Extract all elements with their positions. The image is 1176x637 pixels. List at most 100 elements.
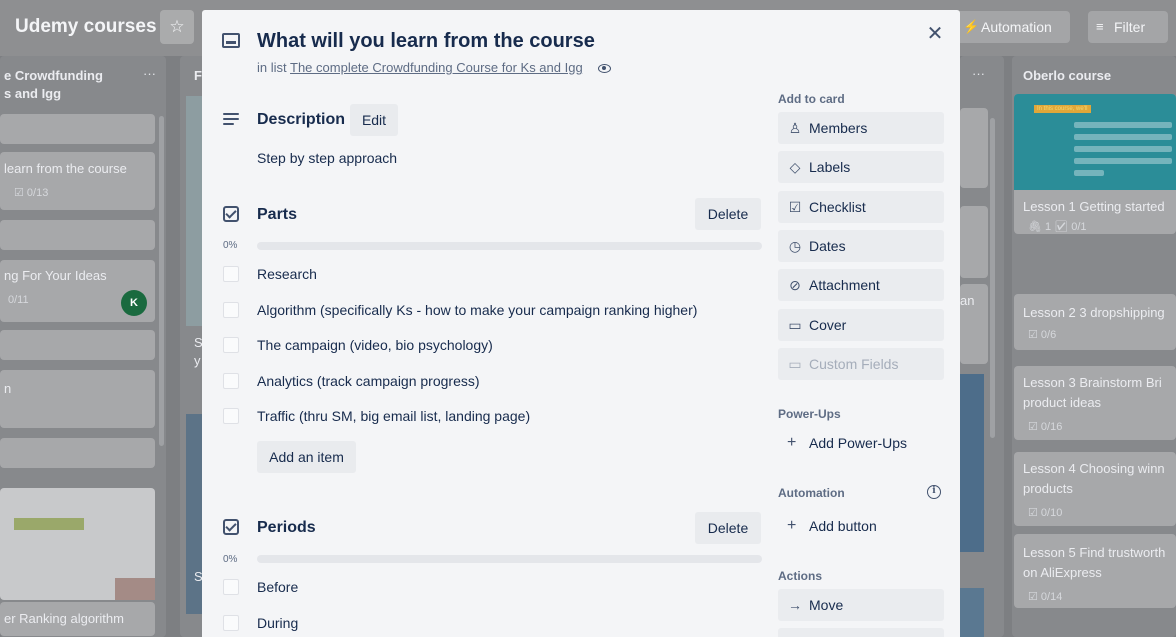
card-cover-image: In this course, we'll <box>1014 94 1176 190</box>
eye-icon[interactable] <box>598 64 612 74</box>
checklist-button[interactable]: ☑ Checklist <box>778 191 944 223</box>
list-menu-icon[interactable]: ··· <box>972 66 985 81</box>
add-power-ups-button[interactable]: + Add Power-Ups <box>778 427 944 459</box>
checklist-item[interactable]: Research <box>257 266 317 282</box>
cover-text-line <box>1074 122 1172 128</box>
checklist-item-checkbox[interactable] <box>223 615 239 631</box>
add-button-button[interactable]: + Add button <box>778 510 944 542</box>
checklist-title[interactable]: Periods <box>257 519 316 537</box>
board-card[interactable] <box>0 438 155 468</box>
board-card[interactable]: an <box>960 284 988 364</box>
board-card[interactable] <box>960 108 988 188</box>
board-card-title: Lesson 1 Getting started <box>1023 199 1165 214</box>
board-card-title-continued: products <box>1023 481 1073 496</box>
list-title[interactable]: Oberlo course <box>1023 68 1111 83</box>
lightning-icon: ⚡ <box>963 19 980 34</box>
close-icon[interactable]: ✕ <box>925 22 945 46</box>
checklist-progress-percent: 0% <box>223 554 238 565</box>
board-card-title: ng For Your Ideas <box>4 268 107 283</box>
board-card-title: Lesson 3 Brainstorm Bri <box>1023 375 1162 390</box>
checklist-icon: ☑ <box>788 199 802 215</box>
attachment-checklist-badge: 🖇 1 ☑ 0/1 <box>1028 221 1087 233</box>
board-card-title: learn from the course <box>4 161 127 176</box>
board-card[interactable] <box>960 206 988 278</box>
dates-button[interactable]: ◷ Dates <box>778 230 944 262</box>
list-title[interactable]: e Crowdfunding <box>4 68 103 83</box>
info-icon[interactable]: i <box>927 485 941 499</box>
list-menu-icon[interactable]: ··· <box>143 66 156 81</box>
checklist-item[interactable]: Before <box>257 579 298 595</box>
board-card-title: Lesson 5 Find trustworth <box>1023 545 1166 560</box>
checklist-button-label: Checklist <box>809 199 866 215</box>
checklist-title[interactable]: Parts <box>257 206 297 224</box>
add-to-card-label: Add to card <box>778 92 845 106</box>
list-name-link[interactable]: The complete Crowdfunding Course for Ks … <box>290 60 583 75</box>
description-text[interactable]: Step by step approach <box>257 150 397 166</box>
board-card[interactable]: Lesson 2 3 dropshipping ☑ 0/6 <box>1014 294 1176 350</box>
copy-button[interactable] <box>778 628 944 637</box>
checklist-progress-bar <box>257 242 762 250</box>
card-detail-modal: ✕ What will you learn from the course in… <box>202 10 960 637</box>
automation-label: Automation <box>778 486 845 500</box>
card-title[interactable]: What will you learn from the course <box>257 30 595 53</box>
board-title[interactable]: Udemy courses <box>15 16 157 38</box>
automation-button[interactable]: ⚡ Automation <box>955 11 1070 43</box>
custom-fields-icon: ▭ <box>788 356 802 372</box>
list-column-peek: ··· an <box>960 56 1004 637</box>
custom-fields-button[interactable]: ▭ Custom Fields <box>778 348 944 380</box>
checklist-item[interactable]: Algorithm (specifically Ks - how to make… <box>257 302 697 318</box>
checklist-item[interactable]: Analytics (track campaign progress) <box>257 373 480 389</box>
list-scrollbar[interactable] <box>159 116 164 446</box>
checklist-item-checkbox[interactable] <box>223 337 239 353</box>
board-card[interactable]: Lesson 5 Find trustworth on AliExpress ☑… <box>1014 534 1176 608</box>
board-card[interactable] <box>0 114 155 144</box>
card-icon <box>222 33 240 48</box>
tag-icon: ◇ <box>789 159 801 175</box>
cover-tag: In this course, we'll <box>1034 105 1091 113</box>
filter-button[interactable]: ≡ Filter <box>1088 11 1168 43</box>
board-card-title-continued: product ideas <box>1023 395 1102 410</box>
board-card[interactable] <box>0 330 155 360</box>
custom-fields-button-label: Custom Fields <box>809 356 899 372</box>
cover-icon: ▭ <box>788 317 802 333</box>
checklist-item-checkbox[interactable] <box>223 408 239 424</box>
attachment-button[interactable]: ⊘ Attachment <box>778 269 944 301</box>
checklist-item-checkbox[interactable] <box>223 373 239 389</box>
board-card[interactable]: ng For Your Ideas 0/11 K <box>0 260 155 322</box>
delete-checklist-button[interactable]: Delete <box>695 198 761 230</box>
members-button[interactable]: ♙ Members <box>778 112 944 144</box>
avatar[interactable]: K <box>121 290 147 316</box>
board-card-cover[interactable] <box>0 488 155 600</box>
checklist-item[interactable]: During <box>257 615 298 631</box>
checklist-item[interactable]: The campaign (video, bio psychology) <box>257 337 493 353</box>
checklist-item-checkbox[interactable] <box>223 579 239 595</box>
list-title[interactable]: F <box>194 68 202 83</box>
star-icon[interactable]: ☆ <box>160 10 194 44</box>
filter-icon: ≡ <box>1096 19 1104 34</box>
board-card[interactable] <box>0 220 155 250</box>
board-card[interactable]: learn from the course ☑ 0/13 <box>0 152 155 210</box>
plus-icon: + <box>787 517 797 534</box>
board-card[interactable]: er Ranking algorithm <box>0 602 155 636</box>
move-button[interactable]: → Move <box>778 589 944 621</box>
board-card[interactable]: In this course, we'll Lesson 1 Getting s… <box>1014 94 1176 234</box>
filter-button-label: Filter <box>1114 19 1146 35</box>
cover-button[interactable]: ▭ Cover <box>778 309 944 341</box>
checklist-badge: 0/11 <box>8 294 29 306</box>
cover-text-line <box>1074 146 1172 152</box>
dates-button-label: Dates <box>809 238 846 254</box>
checklist-item[interactable]: Traffic (thru SM, big email list, landin… <box>257 408 530 424</box>
board-card[interactable]: Lesson 4 Choosing winn products ☑ 0/10 <box>1014 452 1176 526</box>
checklist-item-checkbox[interactable] <box>223 266 239 282</box>
delete-checklist-button[interactable]: Delete <box>695 512 761 544</box>
checklist-badge: ☑ 0/13 <box>14 187 49 199</box>
move-button-label: Move <box>809 597 844 613</box>
list-scrollbar[interactable] <box>990 118 995 438</box>
edit-description-button[interactable]: Edit <box>350 104 398 136</box>
board-card[interactable]: Lesson 3 Brainstorm Bri product ideas ☑ … <box>1014 366 1176 440</box>
board-card[interactable]: n <box>0 370 155 428</box>
members-button-label: Members <box>809 120 868 136</box>
checklist-item-checkbox[interactable] <box>223 302 239 318</box>
labels-button[interactable]: ◇ Labels <box>778 151 944 183</box>
add-item-button[interactable]: Add an item <box>257 441 356 473</box>
